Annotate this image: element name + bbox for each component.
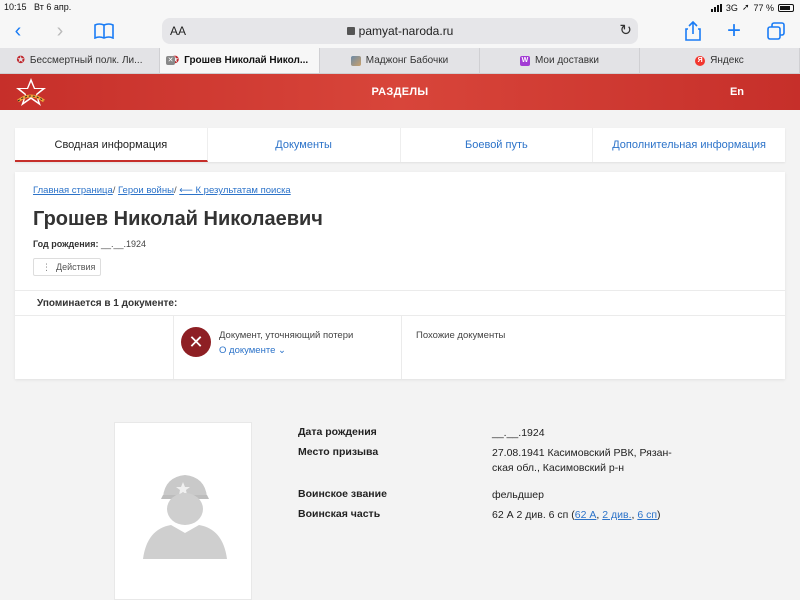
actions-label: Действия <box>56 262 96 272</box>
new-tab-icon[interactable]: + <box>722 17 746 44</box>
detail-label: Дата рождения <box>298 426 377 438</box>
similar-documents[interactable]: Похожие документы <box>416 330 505 341</box>
status-bar: 10:15 Вт 6 апр. 3G ➚ 77 % <box>0 0 800 14</box>
yandex-favicon-icon: Я <box>695 55 706 66</box>
breadcrumb-heroes-link[interactable]: Герои войны <box>118 185 174 196</box>
birth-year-label: Год рождения: <box>33 239 99 249</box>
location-icon: ➚ <box>741 2 750 12</box>
tabs-overview-icon[interactable] <box>764 19 788 43</box>
wildberries-favicon-icon: W <box>519 55 530 66</box>
more-vertical-icon: ⋮ <box>42 262 51 272</box>
tab-label: Бессмертный полк. Ли... <box>29 55 143 66</box>
detail-row-unit: Воинская часть 62 А 2 див. 6 сп (62 А, 2… <box>298 508 698 528</box>
detail-value: фельдшер <box>492 489 544 501</box>
person-photo-placeholder <box>114 422 252 600</box>
column-divider <box>173 315 174 379</box>
browser-tab-1[interactable]: ✕✪Грошев Николай Никол... <box>160 48 320 73</box>
status-right: 3G ➚ 77 % <box>710 2 794 13</box>
url-display[interactable]: pamyat-naroda.ru <box>162 24 638 38</box>
unit-division-link[interactable]: 2 див. <box>602 509 631 521</box>
detail-value: 27.08.1941 Касимовский РВК, Рязан-ская о… <box>492 446 692 476</box>
tab-label: Мои доставки <box>534 55 600 66</box>
url-text: pamyat-naroda.ru <box>358 24 454 38</box>
mentions-heading: Упоминается в 1 документе: <box>37 298 178 309</box>
tab-label: Грошев Николай Никол... <box>184 55 309 66</box>
status-date: Вт 6 апр. <box>34 2 72 12</box>
detail-row-draft-place: Место призыва 27.08.1941 Касимовский РВК… <box>298 446 698 488</box>
browser-tab-3[interactable]: W Мои доставки <box>480 48 640 73</box>
birth-year-value: __.__.1924 <box>100 239 147 249</box>
share-icon[interactable] <box>681 19 705 43</box>
breadcrumb: Главная страница/ Герои войны/ ⟵ К резул… <box>33 185 291 196</box>
browser-tab-0[interactable]: ✪ Бессмертный полк. Ли... <box>0 48 160 73</box>
browser-tab-4[interactable]: Я Яндекс <box>640 48 800 73</box>
battery-icon <box>778 3 794 12</box>
lock-icon <box>346 27 355 35</box>
soldier-silhouette-icon <box>143 475 227 559</box>
language-switch[interactable]: En <box>730 86 744 98</box>
battery-percent: 77 % <box>753 2 774 13</box>
tab-documents[interactable]: Документы <box>208 128 401 162</box>
tab-label: Яндекс <box>710 55 744 66</box>
birth-year: Год рождения: __.__.1924 <box>33 239 146 249</box>
draft-line-2: ская обл., Касимовский р-н <box>492 462 624 474</box>
unit-army-link[interactable]: 62 А <box>575 509 597 521</box>
draft-line-1: 27.08.1941 Касимовский РВК, Рязан- <box>492 447 672 459</box>
signal-icon <box>710 3 722 12</box>
back-to-results-link[interactable]: ⟵ К результатам поиска <box>179 185 290 196</box>
sections-menu[interactable]: РАЗДЕЛЫ <box>0 86 800 98</box>
unit-regiment-link[interactable]: 6 сп <box>637 509 657 521</box>
detail-label: Воинское звание <box>298 488 387 500</box>
browser-toolbar: ‹ › AA pamyat-naroda.ru ↻ + <box>0 14 800 48</box>
actions-button[interactable]: ⋮ Действия <box>33 258 101 276</box>
tab-label: Маджонг Бабочки <box>365 55 449 66</box>
back-icon[interactable]: ‹ <box>6 19 30 43</box>
person-details: Дата рождения __.__.1924 Место призыва 2… <box>298 426 698 528</box>
loss-document-icon[interactable]: ✕ <box>181 327 211 357</box>
reload-icon[interactable]: ↻ <box>619 21 632 39</box>
chevron-down-icon: ⌄ <box>278 345 286 356</box>
star-favicon-icon: ✪ <box>16 54 25 66</box>
address-bar[interactable]: AA pamyat-naroda.ru ↻ <box>162 18 638 44</box>
forward-icon[interactable]: › <box>48 19 72 43</box>
document-title[interactable]: Документ, уточняющий потери <box>219 330 353 341</box>
detail-row-rank: Воинское звание фельдшер <box>298 488 698 508</box>
page-title: Грошев Николай Николаевич <box>33 208 323 230</box>
browser-tab-2[interactable]: Маджонг Бабочки <box>320 48 480 73</box>
site-header: РАЗДЕЛЫ En <box>0 74 800 110</box>
column-divider <box>401 315 402 379</box>
unit-suffix: ) <box>657 509 661 521</box>
close-tab-icon[interactable]: ✕ <box>166 56 175 65</box>
breadcrumb-home-link[interactable]: Главная страница <box>33 185 113 196</box>
divider <box>15 290 785 291</box>
page-tabs: Сводная информация Документы Боевой путь… <box>15 128 785 162</box>
unit-prefix: 62 А 2 див. 6 сп ( <box>492 509 575 521</box>
detail-row-birth-date: Дата рождения __.__.1924 <box>298 426 698 446</box>
detail-value: 62 А 2 див. 6 сп (62 А, 2 див., 6 сп) <box>492 508 692 523</box>
bookmarks-icon[interactable] <box>92 19 116 43</box>
about-document-label: О документе <box>219 345 276 356</box>
mahjong-favicon-icon <box>350 55 361 66</box>
about-document-link[interactable]: О документе ⌄ <box>219 345 286 356</box>
detail-label: Место призыва <box>298 446 379 458</box>
tab-combat-path[interactable]: Боевой путь <box>401 128 594 162</box>
detail-label: Воинская часть <box>298 508 381 520</box>
tab-summary[interactable]: Сводная информация <box>15 128 208 162</box>
detail-value: __.__.1924 <box>492 427 545 439</box>
network-type: 3G <box>725 2 738 13</box>
person-card: Главная страница/ Герои войны/ ⟵ К резул… <box>15 172 785 379</box>
browser-tabs: ✪ Бессмертный полк. Ли... ✕✪Грошев Никола… <box>0 48 800 74</box>
tab-additional-info[interactable]: Дополнительная информация <box>593 128 785 162</box>
status-time: 10:15 <box>4 2 27 12</box>
divider <box>15 315 785 316</box>
